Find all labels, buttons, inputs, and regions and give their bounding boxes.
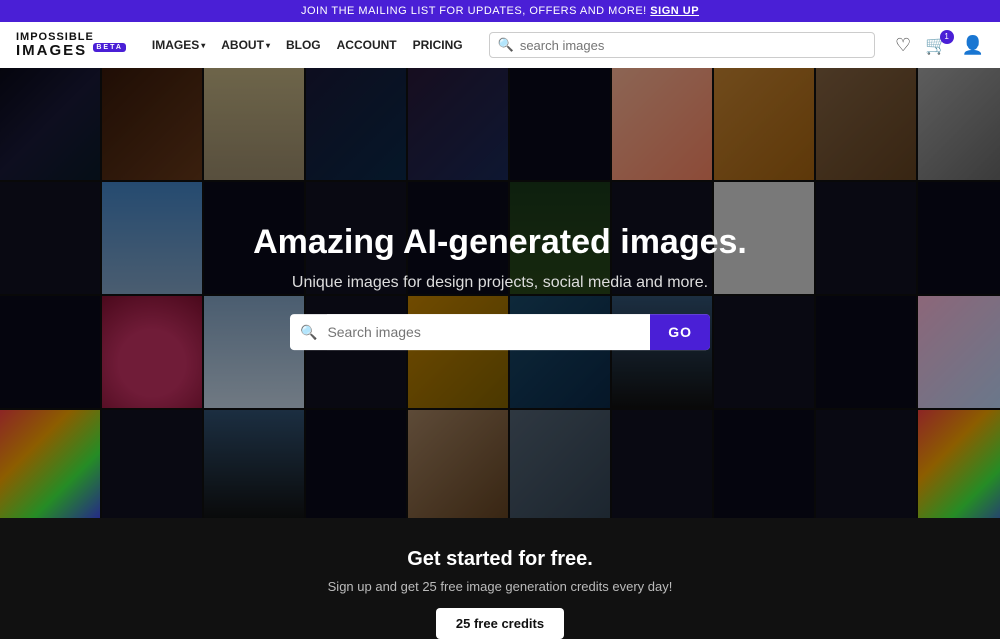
hero-content: Amazing AI-generated images. Unique imag… xyxy=(250,223,750,350)
nav-item-about[interactable]: ABOUT ▾ xyxy=(215,34,276,56)
nav-item-pricing[interactable]: PRICING xyxy=(407,34,469,56)
banner-cta[interactable]: SIGN UP xyxy=(650,5,699,17)
navbar: IMPOSSIBLE IMAGES BETA IMAGES ▾ABOUT ▾BL… xyxy=(0,22,1000,68)
hero-go-button[interactable]: GO xyxy=(650,314,710,350)
nav-links: IMAGES ▾ABOUT ▾BLOGACCOUNTPRICING xyxy=(146,34,469,56)
bottom-subtitle: Sign up and get 25 free image generation… xyxy=(0,579,1000,594)
navbar-search[interactable]: 🔍 xyxy=(489,32,875,58)
search-icon: 🔍 xyxy=(290,324,327,341)
beta-badge: BETA xyxy=(93,43,126,52)
hero-subtitle: Unique images for design projects, socia… xyxy=(250,274,750,292)
nav-item-images[interactable]: IMAGES ▾ xyxy=(146,34,211,56)
nav-icons: ♡ 🛒 1 👤 xyxy=(895,35,984,56)
hero: Amazing AI-generated images. Unique imag… xyxy=(0,68,1000,518)
hero-search[interactable]: 🔍 GO xyxy=(290,314,710,350)
logo-bottom: IMAGES BETA xyxy=(16,43,126,58)
logo[interactable]: IMPOSSIBLE IMAGES BETA xyxy=(16,32,126,58)
search-icon: 🔍 xyxy=(498,37,514,53)
credits-button[interactable]: 25 free credits xyxy=(436,608,564,639)
account-button[interactable]: 👤 xyxy=(962,35,984,56)
top-banner: JOIN THE MAILING LIST FOR UPDATES, OFFER… xyxy=(0,0,1000,22)
cart-badge: 1 xyxy=(940,30,954,44)
chevron-down-icon: ▾ xyxy=(201,41,205,50)
hero-search-input[interactable] xyxy=(327,314,650,350)
user-icon: 👤 xyxy=(962,35,984,55)
chevron-down-icon: ▾ xyxy=(266,41,270,50)
nav-item-account[interactable]: ACCOUNT xyxy=(331,34,403,56)
nav-item-blog[interactable]: BLOG xyxy=(280,34,327,56)
navbar-search-input[interactable] xyxy=(520,38,866,53)
wishlist-button[interactable]: ♡ xyxy=(895,35,911,56)
bottom-section: Get started for free. Sign up and get 25… xyxy=(0,518,1000,618)
banner-text: JOIN THE MAILING LIST FOR UPDATES, OFFER… xyxy=(301,5,647,17)
cart-button[interactable]: 🛒 1 xyxy=(925,35,947,56)
hero-title: Amazing AI-generated images. xyxy=(250,223,750,262)
bottom-title: Get started for free. xyxy=(0,548,1000,571)
heart-icon: ♡ xyxy=(895,35,911,55)
